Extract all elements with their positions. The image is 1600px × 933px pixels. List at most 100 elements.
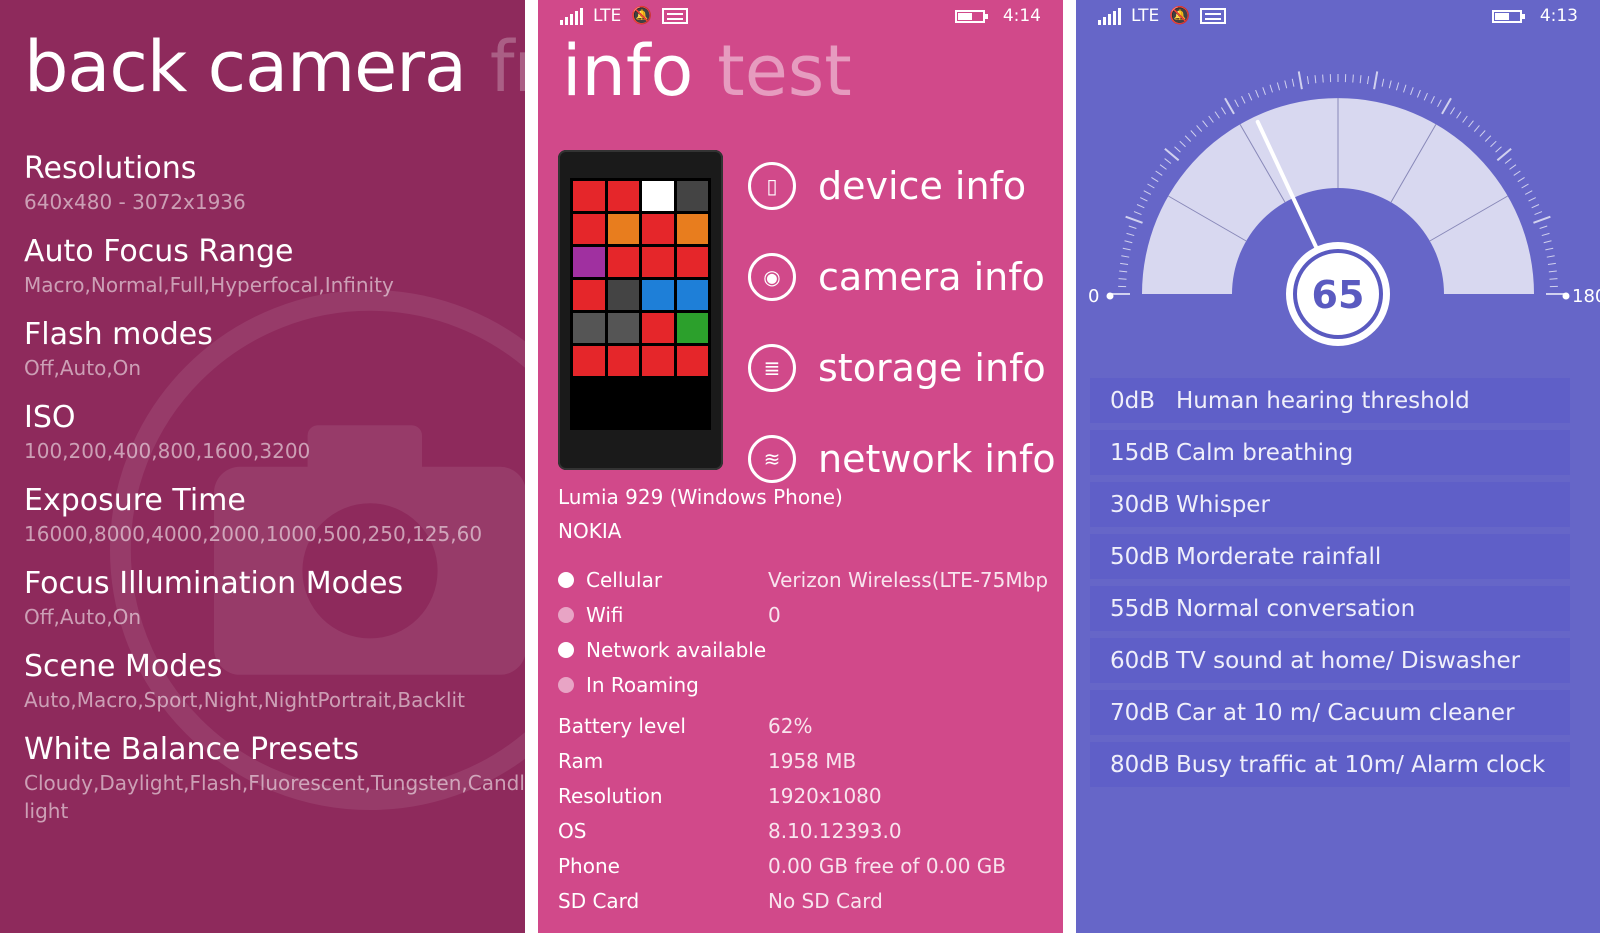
device-image <box>558 150 723 470</box>
decibel-row: 60dB TV sound at home/ Diswasher <box>1090 638 1570 683</box>
gauge-tick <box>1549 278 1558 280</box>
spec-label: White Balance Presets <box>24 732 360 767</box>
network-label: In Roaming <box>586 672 699 697</box>
gauge-tick <box>1306 76 1309 85</box>
gauge-tick <box>1262 87 1266 95</box>
network-type: LTE <box>593 6 622 26</box>
network-status-list: Cellular Verizon Wireless(LTE-75Mbp Wifi 0 N… <box>558 562 1053 702</box>
decibel-value: 50dB <box>1110 543 1170 570</box>
gauge-tick <box>1381 78 1385 87</box>
decibel-description: Car at 10 m/ Cacuum cleaner <box>1176 699 1515 726</box>
gauge-tick <box>1416 89 1421 98</box>
gauge-tick <box>1224 97 1235 115</box>
title-next-pivot[interactable]: fr <box>490 26 525 108</box>
spec-item: Focus Illumination Modes Off,Auto,On <box>24 565 519 631</box>
decibel-description: Calm breathing <box>1176 439 1354 466</box>
signal-icon <box>1098 7 1121 25</box>
gauge-tick <box>1314 75 1317 84</box>
network-value: 0 <box>768 602 781 627</box>
fact-value: 0.00 GB free of 0.00 GB <box>768 853 1006 878</box>
gauge-tick <box>1155 170 1163 176</box>
gauge-tick <box>1539 225 1548 229</box>
gauge-tick <box>1214 111 1220 119</box>
spec-label: Flash modes <box>24 317 213 352</box>
spec-item: Flash modes Off,Auto,On <box>24 316 519 382</box>
fact-value: 8.10.12393.0 <box>768 818 902 843</box>
title-next-pivot[interactable]: test <box>717 30 851 112</box>
device-model: Lumia 929 (Windows Phone) <box>558 485 843 509</box>
gauge-tick <box>1140 197 1148 202</box>
gauge-tick <box>1136 204 1145 209</box>
clock: 4:14 <box>1002 6 1041 26</box>
wifi-icon: ≋ <box>748 434 796 483</box>
fact-row: Battery level 62% <box>558 708 1053 743</box>
spec-item: Auto Focus Range Macro,Normal,Full,Hyperf… <box>24 233 519 299</box>
gauge-tick <box>1395 82 1400 91</box>
spec-value: Cloudy,Daylight,Flash,Fluorescent,Tungst… <box>24 771 525 823</box>
status-dot-icon <box>558 571 574 588</box>
gauge-tick <box>1524 190 1533 195</box>
status-dot-icon <box>558 676 574 693</box>
menu-item-device-info[interactable]: ▯ device info <box>748 140 1056 231</box>
fact-value: No SD Card <box>768 888 883 913</box>
decibel-row: 30dB Whisper <box>1090 482 1570 527</box>
spec-value: Off,Auto,On <box>24 356 142 380</box>
gauge-tick <box>1490 140 1497 148</box>
gauge-tick <box>1373 71 1379 90</box>
spec-label: Resolutions <box>24 151 197 186</box>
gauge-tick <box>1546 255 1555 258</box>
gauge-tick <box>1241 96 1246 104</box>
gauge-tick <box>1359 75 1362 84</box>
gauge-tick <box>1547 262 1556 265</box>
menu-item-label: camera info <box>818 254 1045 299</box>
gauge-tick <box>1403 84 1407 93</box>
decibel-description: Busy traffic at 10m/ Alarm clock <box>1176 751 1546 778</box>
gauge-tick <box>1479 130 1486 137</box>
decibel-reference-list: 0dB Human hearing threshold 15dB Calm breat… <box>1090 378 1570 794</box>
gauge-tick <box>1184 135 1192 142</box>
decibel-row: 80dB Busy traffic at 10m/ Alarm clock <box>1090 742 1570 787</box>
gauge-min-dot <box>1106 292 1114 300</box>
gauge-tick <box>1541 232 1550 237</box>
decibel-gauge: 65 0 180 <box>1088 71 1600 346</box>
fact-label: Phone <box>558 853 620 878</box>
gauge-tick <box>1220 107 1227 115</box>
page-title: back camera fr <box>24 26 525 108</box>
network-row: Network available <box>558 632 1053 667</box>
gauge-tick <box>1504 158 1512 164</box>
spec-label: ISO <box>24 400 76 435</box>
network-value: Verizon Wireless(LTE-75Mbp <box>768 567 1049 592</box>
gauge-tick <box>1533 215 1551 224</box>
gauge-tick <box>1122 247 1131 251</box>
spec-value: 16000,8000,4000,2000,1000,500,250,125,60 <box>24 522 483 546</box>
decibel-description: Normal conversation <box>1176 595 1416 622</box>
back-camera-panel: back camera fr Resolutions 640x480 - 3072x… <box>0 0 525 933</box>
gauge-tick <box>1545 247 1554 251</box>
gauge-tick <box>1322 74 1324 83</box>
fact-row: OS 8.10.12393.0 <box>558 813 1053 848</box>
gauge-tick <box>1208 115 1214 123</box>
gauge-tick <box>1410 87 1414 95</box>
gauge-tick <box>1473 125 1480 132</box>
clock: 4:13 <box>1539 6 1578 26</box>
decibel-row: 50dB Morderate rainfall <box>1090 534 1570 579</box>
gauge-tick <box>1496 147 1512 162</box>
network-type: LTE <box>1131 6 1160 26</box>
fact-row: Resolution 1920x1080 <box>558 778 1053 813</box>
decibel-value: 30dB <box>1110 491 1170 518</box>
menu-item-camera-info[interactable]: ◉ camera info <box>748 231 1056 322</box>
phone-icon: ▯ <box>748 161 796 210</box>
sound-meter-panel: LTE 🔕 4:13 65 0 180 0dB Human hearing thr… <box>1076 0 1600 933</box>
device-screen <box>570 178 711 430</box>
gauge-tick <box>1121 255 1130 258</box>
signal-icon <box>560 7 583 25</box>
gauge-tick <box>1174 146 1181 153</box>
gauge-tick <box>1147 183 1155 189</box>
gauge-tick <box>1124 240 1133 244</box>
network-row: Cellular Verizon Wireless(LTE-75Mbp <box>558 562 1053 597</box>
decibel-value: 15dB <box>1110 439 1170 466</box>
gauge-tick <box>1509 164 1517 170</box>
gauge-tick <box>1128 225 1137 229</box>
fact-row: Phone 0.00 GB free of 0.00 GB <box>558 848 1053 883</box>
menu-item-storage-info[interactable]: ≣ storage info <box>748 322 1056 413</box>
